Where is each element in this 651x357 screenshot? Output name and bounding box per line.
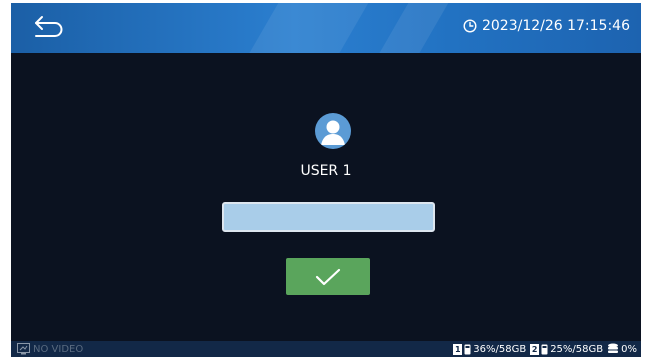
password-input[interactable]	[222, 202, 435, 232]
disk-usage: 25%/58GB	[550, 343, 604, 355]
no-video-icon	[17, 343, 30, 355]
storage-usage: 0%	[621, 343, 637, 355]
back-arrow-icon	[35, 16, 63, 37]
screen: 2023/12/26 17:15:46 USER 1 NO VIDEO 1 36…	[0, 0, 651, 357]
header-decoration	[232, 3, 380, 53]
disk-status: 2 25%/58GB	[530, 343, 604, 355]
video-status: NO VIDEO	[17, 343, 83, 355]
disk-usage: 36%/58GB	[473, 343, 527, 355]
video-status-text: NO VIDEO	[33, 343, 84, 355]
username-label: USER 1	[300, 163, 352, 179]
disk-icon	[541, 344, 548, 354]
datetime-text: 2023/12/26 17:15:46	[481, 18, 630, 34]
disk-status: 1 36%/58GB	[453, 343, 527, 355]
header-decoration	[362, 3, 460, 53]
device-display: 2023/12/26 17:15:46 USER 1 NO VIDEO 1 36…	[11, 3, 641, 357]
clock-icon	[463, 19, 477, 33]
confirm-button[interactable]	[286, 258, 370, 295]
checkmark-icon	[315, 268, 341, 285]
storage-icon	[608, 343, 619, 353]
disk-status-group: 1 36%/58GB 2 25%/58GB 0%	[453, 343, 637, 355]
top-bar: 2023/12/26 17:15:46	[11, 3, 641, 53]
disk-number: 2	[530, 343, 540, 355]
disk-icon	[464, 344, 471, 354]
status-bar: NO VIDEO 1 36%/58GB 2 25%/58GB 0%	[11, 341, 641, 357]
datetime-display: 2023/12/26 17:15:46	[463, 18, 630, 34]
disk-number: 1	[453, 343, 463, 355]
storage-status: 0%	[607, 343, 637, 355]
back-button[interactable]	[33, 13, 65, 45]
user-avatar-icon	[315, 113, 351, 149]
